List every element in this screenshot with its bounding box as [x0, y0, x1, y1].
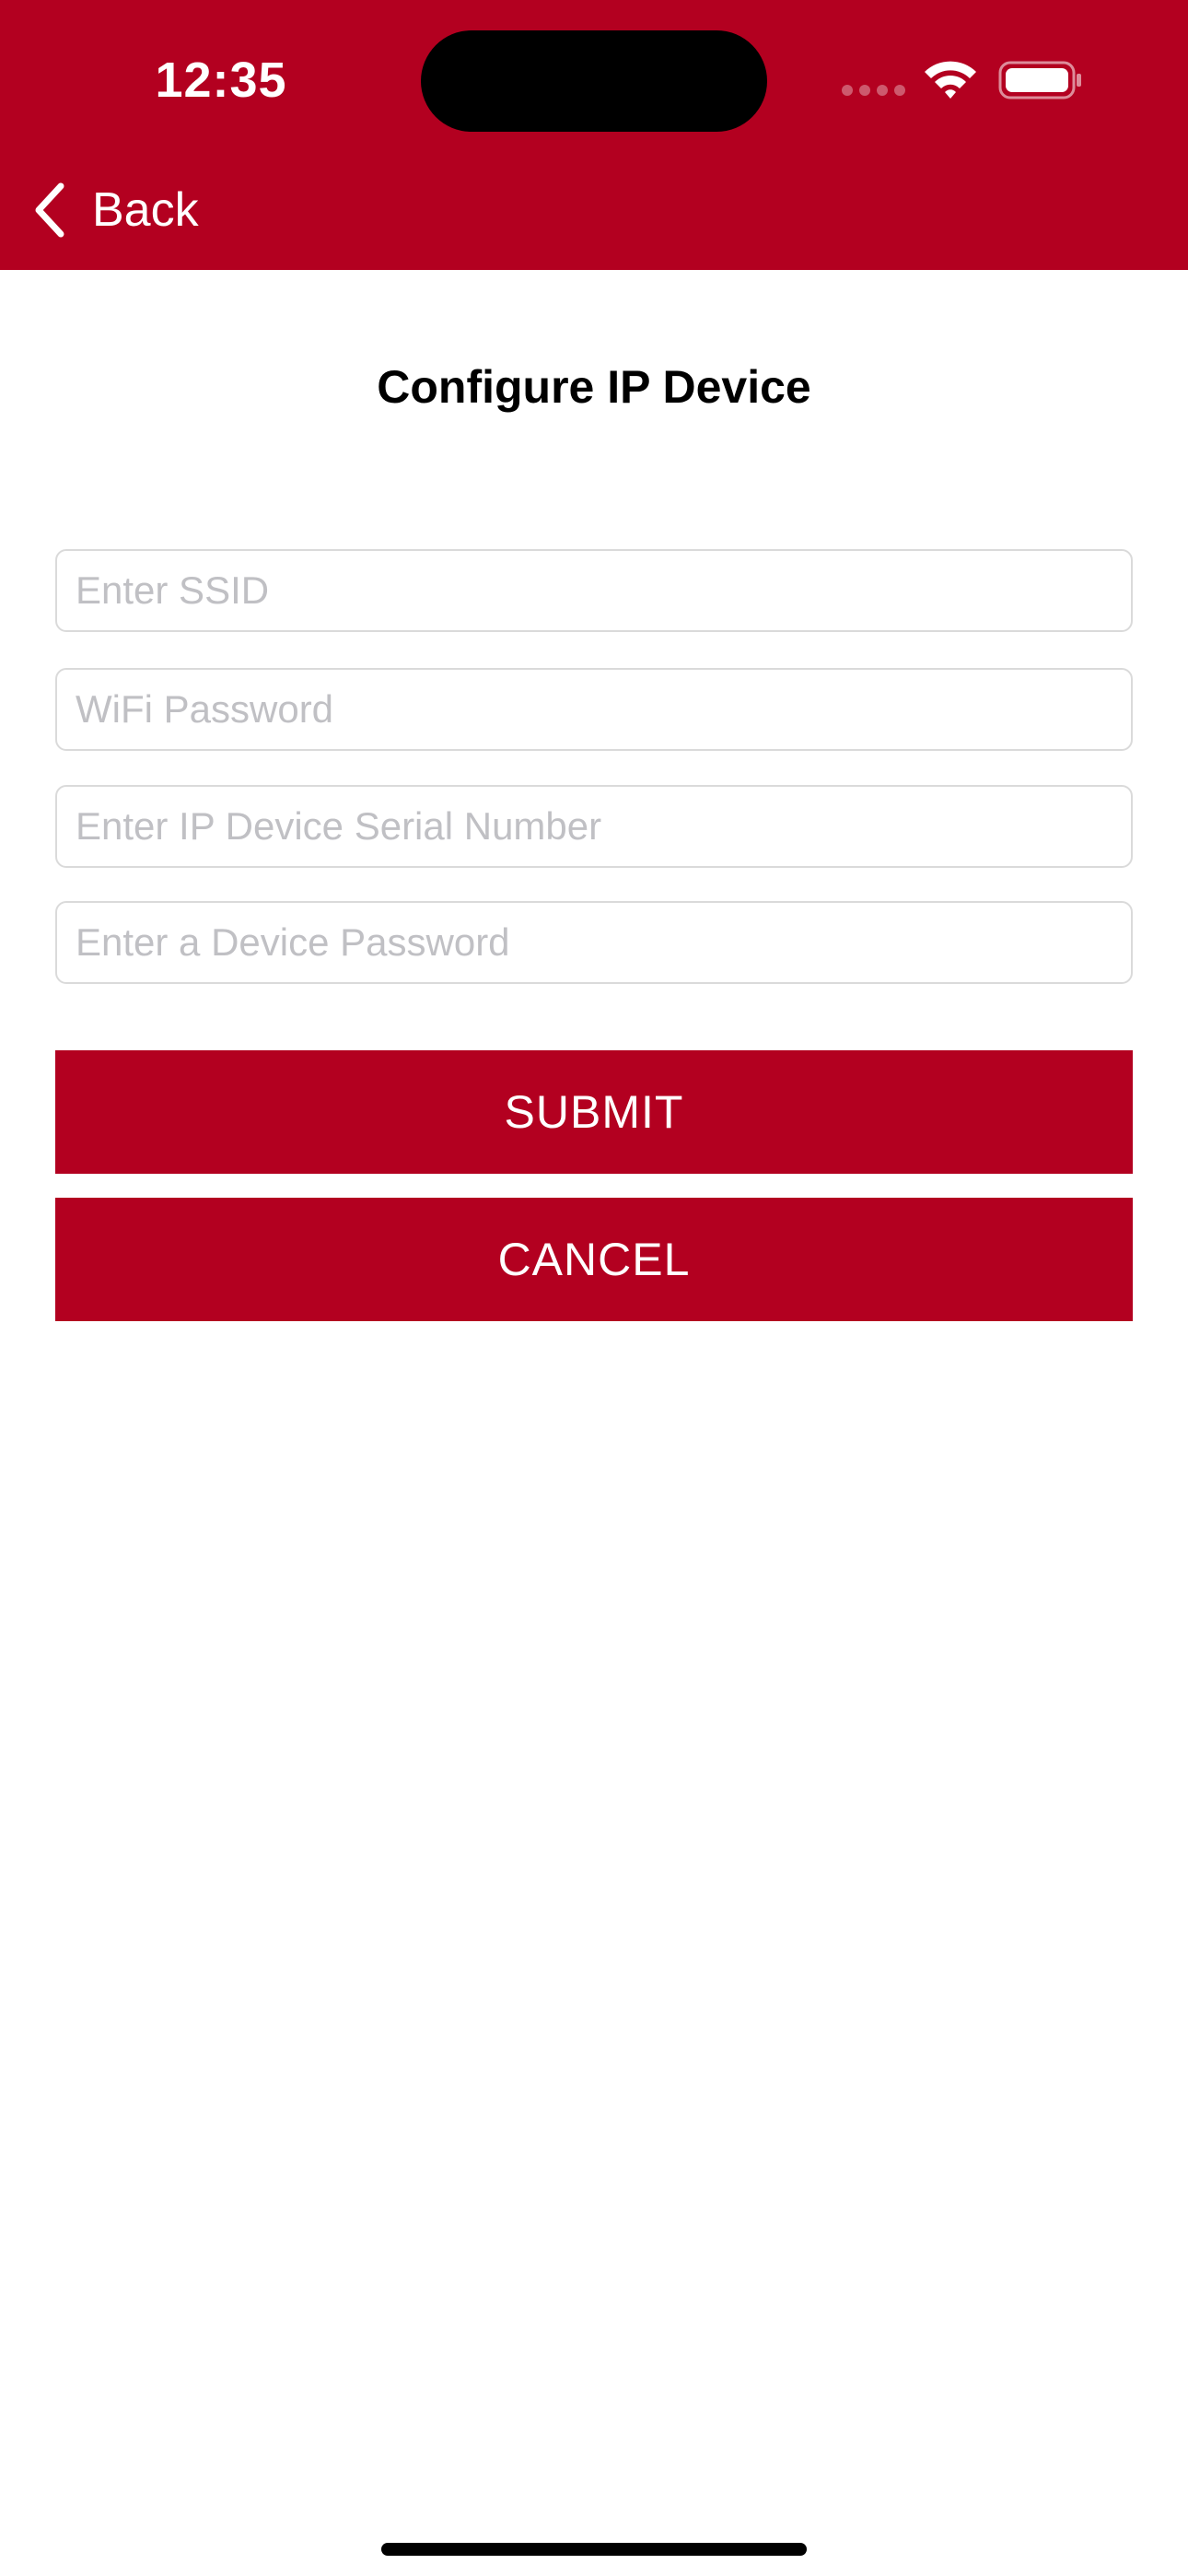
dynamic-island	[421, 30, 767, 132]
back-label: Back	[92, 183, 199, 237]
page-title: Configure IP Device	[377, 361, 811, 413]
top-bar: 12:35 Back	[0, 0, 1188, 270]
ssid-input[interactable]	[55, 549, 1133, 632]
battery-icon	[998, 61, 1081, 100]
wifi-icon	[925, 61, 976, 99]
cellular-signal-icon	[842, 85, 906, 98]
home-indicator[interactable]	[381, 2543, 807, 2556]
device-password-input[interactable]	[55, 901, 1133, 984]
submit-button[interactable]: SUBMIT	[55, 1050, 1133, 1174]
status-time: 12:35	[155, 53, 287, 108]
back-button[interactable]: Back	[31, 175, 199, 245]
serial-number-input[interactable]	[55, 785, 1133, 868]
cancel-button[interactable]: CANCEL	[55, 1198, 1133, 1321]
chevron-left-icon	[35, 182, 64, 238]
wifi-password-input[interactable]	[55, 668, 1133, 751]
